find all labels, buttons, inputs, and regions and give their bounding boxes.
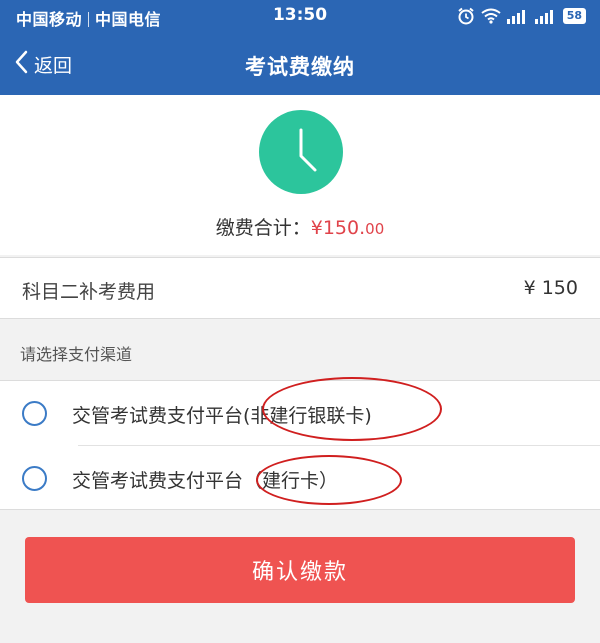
annotation-circle — [256, 455, 402, 505]
fee-item-price: ¥ 150 — [523, 277, 578, 299]
total-line: 缴费合计：¥150.00 — [0, 213, 600, 240]
clock-icon — [259, 110, 343, 194]
alarm-icon — [457, 7, 475, 25]
payment-summary: 缴费合计：¥150.00 — [0, 95, 600, 255]
nav-bar: 返回 考试费缴纳 — [0, 33, 600, 95]
battery-icon: 58 — [562, 8, 586, 24]
wifi-icon — [481, 8, 501, 24]
confirm-payment-button[interactable]: 确认缴款 — [25, 537, 575, 603]
status-bar: 中国移动 中国电信 13:50 58 — [0, 0, 600, 33]
page-title: 考试费缴纳 — [245, 55, 355, 79]
annotation-circle — [262, 377, 442, 441]
total-amount: ¥150. — [310, 217, 366, 239]
fee-item-name: 科目二补考费用 — [22, 281, 156, 303]
status-icons: 58 — [457, 6, 586, 26]
total-label: 缴费合计： — [215, 217, 311, 239]
radio-button[interactable] — [22, 466, 47, 491]
total-cents: 00 — [365, 220, 385, 238]
fee-item-row: 科目二补考费用 ¥ 150 — [0, 257, 600, 319]
payment-section-label: 请选择支付渠道 — [20, 345, 133, 364]
signal-icon — [534, 8, 557, 24]
radio-button[interactable] — [22, 401, 47, 426]
signal-icon — [506, 8, 529, 24]
